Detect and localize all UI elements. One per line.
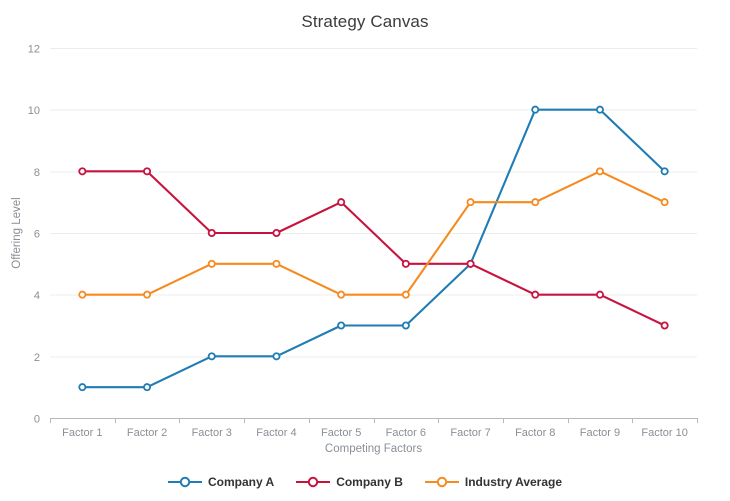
data-point: [78, 167, 87, 176]
series-line-company-b: [81, 170, 666, 327]
y-tick-label: 10: [28, 105, 40, 117]
data-point: [466, 259, 475, 268]
x-tick-label: Factor 10: [641, 427, 687, 439]
x-tick-label: Factor 8: [515, 427, 555, 439]
data-point: [337, 321, 346, 330]
legend-item-company-a[interactable]: Company A: [167, 475, 275, 489]
data-point: [78, 383, 87, 392]
data-point: [337, 198, 346, 207]
data-point: [207, 352, 216, 361]
x-tick-label: Factor 3: [192, 427, 232, 439]
data-point: [531, 290, 540, 299]
legend-item-industry-average[interactable]: Industry Average: [424, 475, 563, 489]
data-point: [660, 321, 669, 330]
data-point: [272, 259, 281, 268]
x-tick-label: Factor 5: [321, 427, 361, 439]
y-tick-label: 2: [34, 352, 40, 364]
y-axis-title: Offering Level: [11, 197, 23, 268]
data-point: [272, 352, 281, 361]
series-line-company-a: [81, 108, 666, 389]
legend-marker-icon: [424, 476, 459, 488]
data-point: [143, 383, 152, 392]
x-tick-label: Factor 7: [450, 427, 490, 439]
x-axis-title: Competing Factors: [325, 443, 422, 455]
y-tick-label: 12: [28, 44, 40, 56]
legend-label: Industry Average: [464, 475, 563, 489]
chart-plot-area: 0 2 4 6 8 10 12 Factor 1 Factor 2 Factor 3 Factor …: [11, 44, 698, 455]
data-point: [401, 290, 410, 299]
x-tick-label: Factor 9: [580, 427, 620, 439]
chart-legend: Company A Company B Industry Average: [0, 475, 730, 489]
y-tick-label: 8: [34, 167, 40, 179]
data-point: [531, 105, 540, 114]
data-point: [660, 198, 669, 207]
data-point: [207, 259, 216, 268]
data-point: [401, 321, 410, 330]
data-point: [660, 167, 669, 176]
data-point: [466, 198, 475, 207]
data-point: [78, 290, 87, 299]
data-point: [143, 167, 152, 176]
legend-item-company-b[interactable]: Company B: [296, 475, 403, 489]
x-tick-label: Factor 4: [256, 427, 296, 439]
x-tick-label: Factor 6: [386, 427, 426, 439]
x-tick-label: Factor 1: [62, 427, 102, 439]
x-tick-label: Factor 2: [127, 427, 167, 439]
data-point: [595, 167, 604, 176]
data-point: [143, 290, 152, 299]
data-point: [401, 259, 410, 268]
legend-label: Company B: [336, 475, 403, 489]
y-tick-label: 6: [34, 229, 40, 241]
y-tick-label: 4: [34, 290, 40, 302]
data-point: [595, 290, 604, 299]
data-point: [207, 228, 216, 237]
strategy-canvas-chart: Strategy Canvas 0 2 4 6 8 10 12 Factor 1 Factor …: [0, 0, 730, 501]
legend-label: Company A: [207, 475, 275, 489]
y-tick-label: 0: [34, 414, 40, 426]
data-point: [337, 290, 346, 299]
legend-marker-icon: [167, 476, 202, 488]
data-point: [272, 228, 281, 237]
legend-marker-icon: [296, 476, 331, 488]
data-point: [531, 198, 540, 207]
data-point: [595, 105, 604, 114]
